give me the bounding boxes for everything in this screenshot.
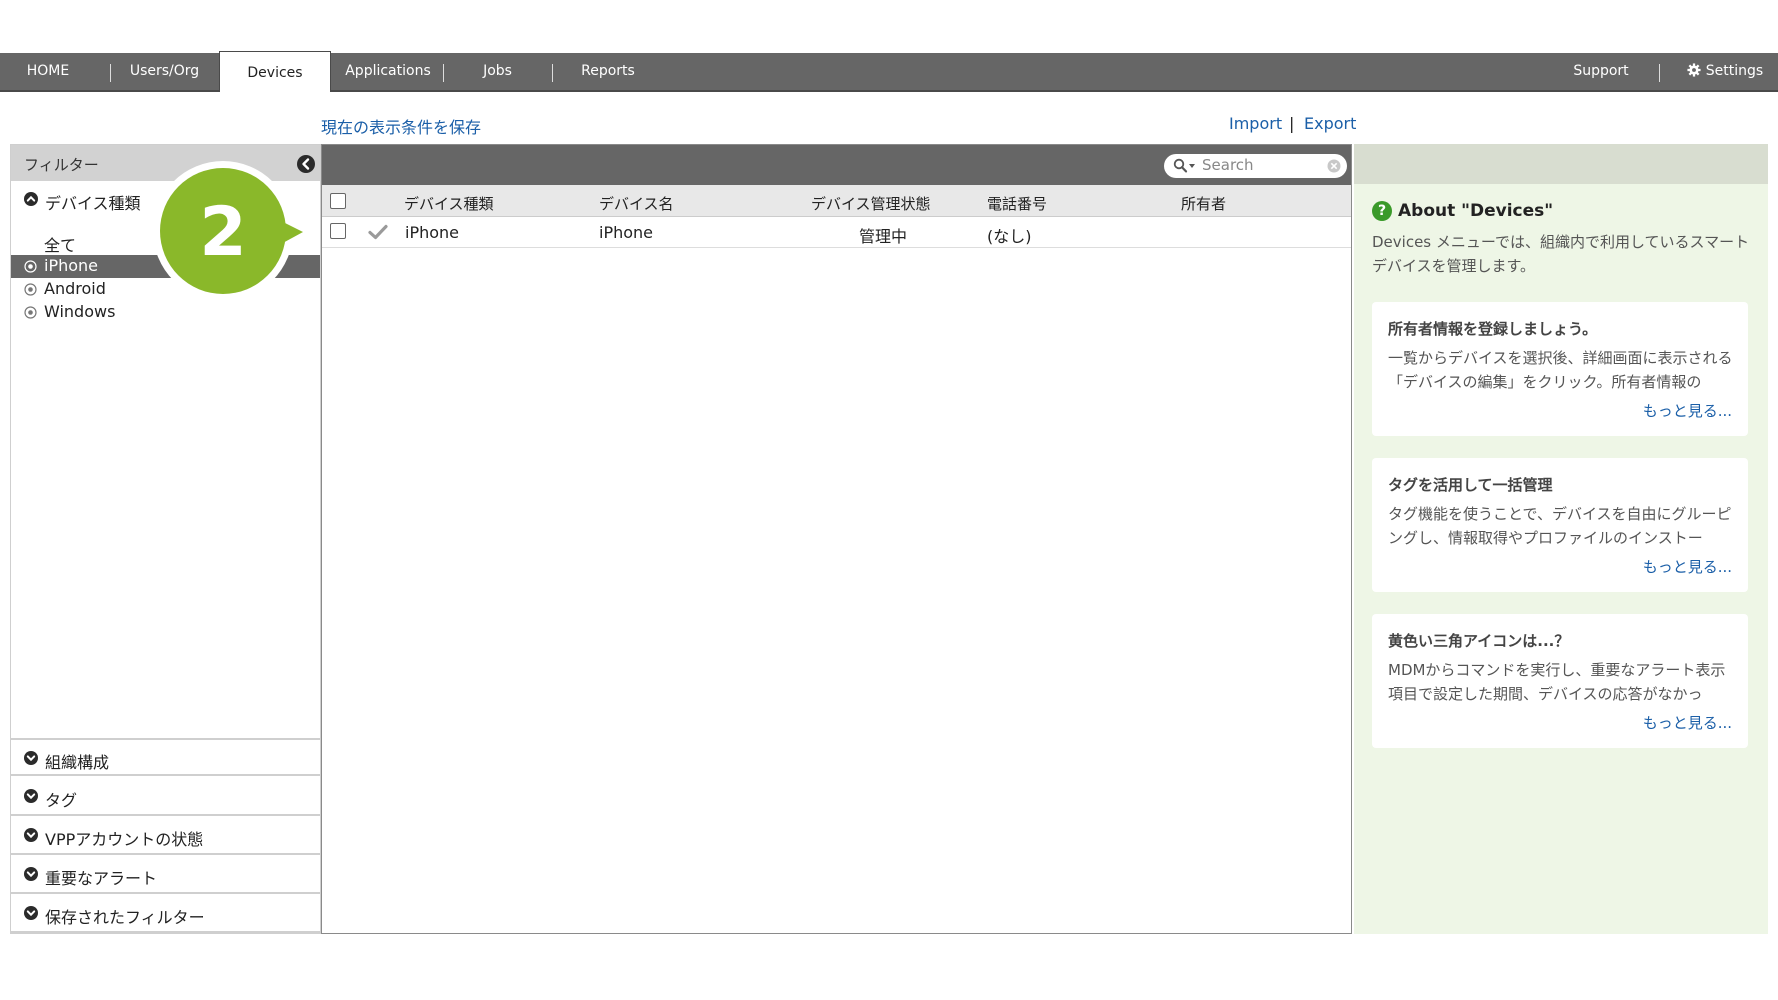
select-all-checkbox[interactable] bbox=[330, 193, 346, 209]
about-description: Devices メニューでは、組織内で利用しているスマートデバイスを管理します。 bbox=[1372, 233, 1750, 275]
section-tags[interactable]: タグ bbox=[11, 778, 320, 816]
column-header[interactable]: デバイス名 bbox=[599, 193, 674, 214]
chevron-down-icon bbox=[24, 867, 38, 881]
search-input[interactable]: Search bbox=[1164, 154, 1347, 178]
chevron-down-icon bbox=[24, 751, 38, 765]
nav-separator bbox=[1659, 64, 1660, 82]
tab-home[interactable]: HOME bbox=[0, 53, 96, 90]
radio-icon bbox=[24, 283, 37, 296]
top-nav: HOME Users/Org Devices Applications Jobs… bbox=[0, 51, 1778, 92]
option-label: Windows bbox=[44, 302, 116, 321]
column-header[interactable]: 所有者 bbox=[1181, 193, 1226, 214]
clear-search-icon[interactable] bbox=[1327, 159, 1341, 173]
step-number: 2 bbox=[199, 193, 246, 272]
filter-option-windows[interactable]: Windows bbox=[11, 301, 320, 324]
tip-title: 黄色い三角アイコンは...？ bbox=[1388, 632, 1570, 650]
table-toolbar: Search bbox=[322, 145, 1351, 185]
filter-title: フィルター bbox=[24, 156, 99, 174]
save-view-link[interactable]: 現在の表示条件を保存 bbox=[321, 114, 481, 138]
cell-phone-number: (なし) bbox=[987, 227, 1032, 246]
row-checkbox[interactable] bbox=[330, 223, 346, 239]
link-divider: | bbox=[1289, 114, 1295, 133]
gear-icon bbox=[1687, 63, 1701, 77]
section-label: 保存されたフィルター bbox=[45, 908, 205, 927]
search-placeholder: Search bbox=[1202, 156, 1254, 174]
table-row[interactable]: iPhone iPhone 管理中 (なし) bbox=[322, 217, 1351, 248]
column-header[interactable]: 電話番号 bbox=[987, 193, 1047, 214]
more-link[interactable]: もっと見る... bbox=[1643, 712, 1732, 733]
nav-separator bbox=[110, 64, 111, 82]
table-header: デバイス種類 デバイス名 デバイス管理状態 電話番号 所有者 bbox=[322, 185, 1351, 217]
section-label: VPPアカウントの状態 bbox=[45, 830, 204, 849]
cell-device-name[interactable]: iPhone bbox=[599, 223, 653, 242]
section-label: 組織構成 bbox=[45, 753, 110, 772]
cell-device-type: iPhone bbox=[405, 223, 460, 242]
section-label: 重要なアラート bbox=[45, 869, 158, 888]
chevron-down-icon bbox=[24, 828, 38, 842]
tab-devices[interactable]: Devices bbox=[219, 51, 331, 92]
more-link[interactable]: もっと見る... bbox=[1643, 400, 1732, 421]
option-label: 全て bbox=[44, 236, 77, 255]
settings-label: Settings bbox=[1705, 63, 1764, 79]
nav-separator bbox=[443, 64, 444, 82]
import-link[interactable]: Import bbox=[1229, 114, 1282, 133]
section-label: タグ bbox=[45, 791, 78, 810]
more-link[interactable]: もっと見る... bbox=[1643, 556, 1732, 577]
chevron-down-icon bbox=[24, 906, 38, 920]
cell-management-status: 管理中 bbox=[859, 227, 908, 246]
option-label: Android bbox=[44, 279, 106, 298]
chevron-up-icon bbox=[24, 192, 38, 206]
tab-jobs[interactable]: Jobs bbox=[445, 53, 550, 90]
option-label: iPhone bbox=[44, 256, 99, 275]
nav-separator bbox=[552, 64, 553, 82]
radio-icon bbox=[24, 306, 37, 319]
tip-card: 黄色い三角アイコンは...？ MDMからコマンドを実行し、重要なアラート表示項目… bbox=[1372, 614, 1748, 748]
chevron-down-icon bbox=[24, 789, 38, 803]
tip-body: タグ機能を使うことで、デバイスを自由にグルーピングし、情報取得やプロファイルのイ… bbox=[1388, 505, 1732, 547]
search-icon bbox=[1173, 158, 1195, 173]
step-callout-badge: 2 bbox=[153, 161, 313, 301]
tip-title: 所有者情報を登録しましょう。 bbox=[1388, 320, 1598, 338]
tip-title: タグを活用して一括管理 bbox=[1388, 476, 1553, 494]
help-icon: ? bbox=[1372, 201, 1392, 221]
settings-link[interactable]: Settings bbox=[1672, 53, 1778, 90]
tab-users-org[interactable]: Users/Org bbox=[112, 53, 217, 90]
tip-body: MDMからコマンドを実行し、重要なアラート表示項目で設定した期間、デバイスの応答… bbox=[1388, 661, 1726, 703]
radio-icon bbox=[24, 260, 37, 273]
about-header-strip bbox=[1354, 144, 1768, 184]
about-panel: ? About "Devices" Devices メニューでは、組織内で利用して… bbox=[1354, 144, 1768, 934]
export-link[interactable]: Export bbox=[1304, 114, 1356, 133]
device-list-panel: Search デバイス種類 デバイス名 デバイス管理状態 電話番号 所有者 iP… bbox=[321, 144, 1352, 934]
tip-card: タグを活用して一括管理 タグ機能を使うことで、デバイスを自由にグルーピングし、情… bbox=[1372, 458, 1748, 592]
device-type-label: デバイス種類 bbox=[45, 194, 141, 213]
column-header[interactable]: デバイス種類 bbox=[404, 193, 494, 214]
section-alerts[interactable]: 重要なアラート bbox=[11, 856, 320, 894]
tip-card: 所有者情報を登録しましょう。 一覧からデバイスを選択後、詳細画面に表示される「デ… bbox=[1372, 302, 1748, 436]
column-header[interactable]: デバイス管理状態 bbox=[811, 193, 931, 214]
support-link[interactable]: Support bbox=[1556, 53, 1646, 90]
tip-body: 一覧からデバイスを選択後、詳細画面に表示される「デバイスの編集」をクリック。所有… bbox=[1388, 349, 1733, 391]
page: HOME Users/Org Devices Applications Jobs… bbox=[0, 0, 1778, 1000]
section-saved-filters[interactable]: 保存されたフィルター bbox=[11, 895, 320, 933]
tab-reports[interactable]: Reports bbox=[554, 53, 662, 90]
about-title: ? About "Devices" bbox=[1372, 201, 1553, 221]
about-title-text: About "Devices" bbox=[1398, 201, 1554, 221]
managed-check-icon bbox=[368, 224, 388, 240]
tab-applications[interactable]: Applications bbox=[333, 53, 443, 90]
section-organization[interactable]: 組織構成 bbox=[11, 738, 320, 776]
section-vpp[interactable]: VPPアカウントの状態 bbox=[11, 817, 320, 855]
